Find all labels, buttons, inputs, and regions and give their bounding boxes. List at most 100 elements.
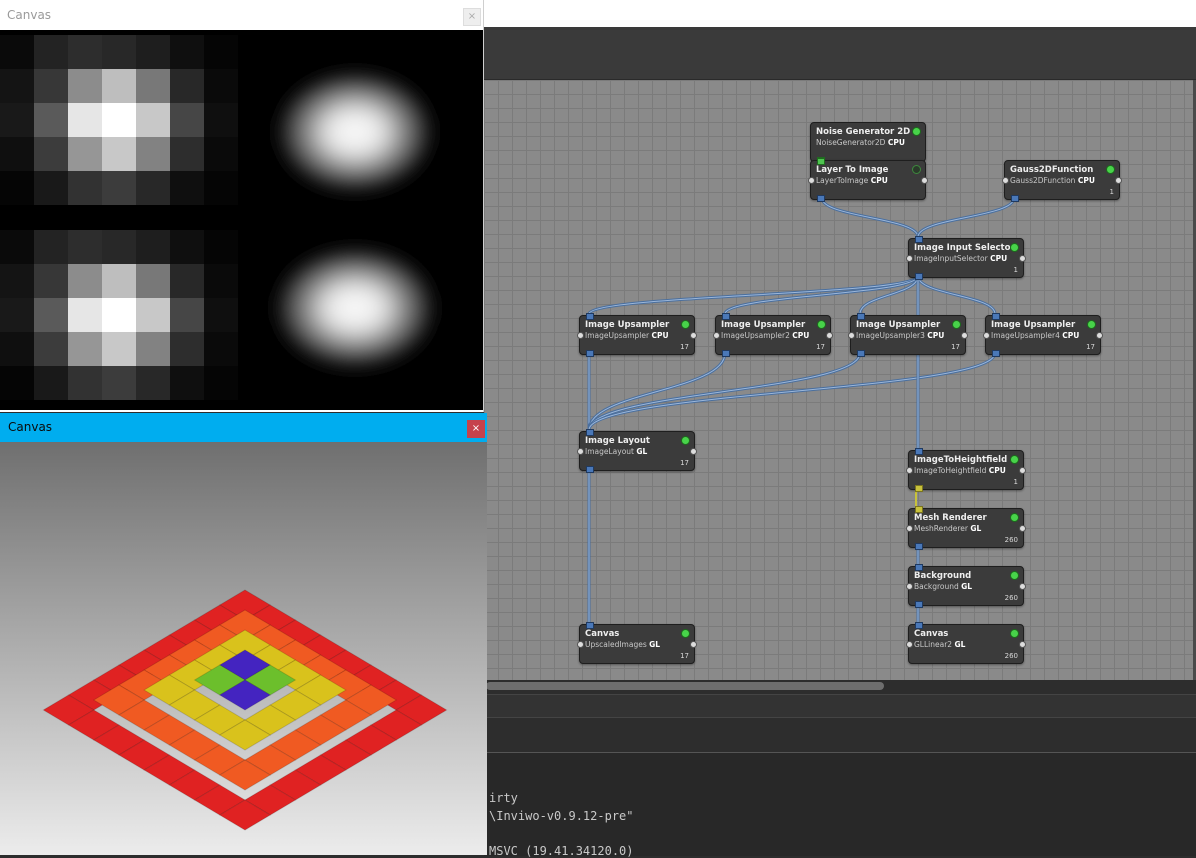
property-port-icon[interactable] xyxy=(921,177,928,184)
console-output[interactable]: irty \Inviwo-v0.9.12-pre" MSVC (19.41.34… xyxy=(484,752,1196,858)
property-port-icon[interactable] xyxy=(1019,641,1026,648)
canvas-window-titlebar[interactable]: Canvas × xyxy=(0,0,483,30)
network-horizontal-scrollbar[interactable] xyxy=(486,682,884,690)
property-port-icon[interactable] xyxy=(906,583,913,590)
property-port-icon[interactable] xyxy=(1019,583,1026,590)
property-port-icon[interactable] xyxy=(961,332,968,339)
property-port-icon[interactable] xyxy=(577,332,584,339)
property-port-icon[interactable] xyxy=(826,332,833,339)
inport-icon[interactable] xyxy=(722,313,730,320)
inport-icon[interactable] xyxy=(857,313,865,320)
image-pixel xyxy=(102,230,136,264)
outport-icon[interactable] xyxy=(586,350,594,357)
node-background[interactable]: Background Background GL 260 xyxy=(906,564,1026,608)
property-port-icon[interactable] xyxy=(1019,525,1026,532)
port-link xyxy=(588,352,726,431)
node-image-upsampler-2[interactable]: Image Upsampler ImageUpsampler2 CPU 17 xyxy=(713,313,833,357)
status-led-icon xyxy=(1010,571,1019,580)
outport-icon[interactable] xyxy=(915,543,923,550)
inport-icon[interactable] xyxy=(915,506,923,513)
property-port-icon[interactable] xyxy=(690,448,697,455)
network-editor[interactable]: Noise Generator 2D NoiseGenerator2D CPU … xyxy=(484,80,1194,680)
outport-icon[interactable] xyxy=(915,601,923,608)
property-port-icon[interactable] xyxy=(1002,177,1009,184)
outport-icon[interactable] xyxy=(857,350,865,357)
image-pixel xyxy=(136,298,170,332)
console-line: MSVC (19.41.34120.0) xyxy=(489,844,634,858)
node-image-layout[interactable]: Image Layout ImageLayout GL 17 xyxy=(577,429,697,473)
image-pixel xyxy=(136,366,170,400)
outport-icon[interactable] xyxy=(817,195,825,202)
inport-icon[interactable] xyxy=(586,313,594,320)
inport-icon[interactable] xyxy=(992,313,1000,320)
inport-icon[interactable] xyxy=(915,622,923,629)
node-layer-to-image[interactable]: Layer To Image LayerToImage CPU xyxy=(808,158,928,202)
status-led-icon xyxy=(1087,320,1096,329)
status-led-icon xyxy=(681,629,690,638)
image-pixel xyxy=(136,230,170,264)
node-count: 17 xyxy=(816,343,825,351)
node-canvas-upscaled-images[interactable]: Canvas UpscaledImages GL 17 xyxy=(577,622,697,664)
upscaled-image-quadrants xyxy=(0,35,435,400)
node-image-upsampler-3[interactable]: Image Upsampler ImageUpsampler3 CPU 17 xyxy=(848,313,968,357)
property-port-icon[interactable] xyxy=(577,448,584,455)
property-port-icon[interactable] xyxy=(577,641,584,648)
image-pixel xyxy=(34,103,68,137)
canvas-window-heightfield[interactable]: Canvas × xyxy=(0,413,487,855)
node-gauss-2d-function[interactable]: Gauss2DFunction Gauss2DFunction CPU 1 xyxy=(1002,160,1122,202)
node-count: 17 xyxy=(680,343,689,351)
node-image-upsampler-4[interactable]: Image Upsampler ImageUpsampler4 CPU 17 xyxy=(983,313,1103,357)
property-port-icon[interactable] xyxy=(1096,332,1103,339)
inport-icon[interactable] xyxy=(586,429,594,436)
image-pixel xyxy=(0,230,34,264)
property-port-icon[interactable] xyxy=(1115,177,1122,184)
node-title: Image Upsampler xyxy=(585,320,670,330)
node-canvas-gl-linear-2[interactable]: Canvas GLLinear2 GL 260 xyxy=(906,622,1026,664)
node-identifier: NoiseGenerator2D CPU xyxy=(816,138,905,147)
property-port-icon[interactable] xyxy=(906,641,913,648)
inport-icon[interactable] xyxy=(817,158,825,165)
image-pixel xyxy=(136,264,170,298)
image-pixel xyxy=(68,171,102,205)
image-pixel xyxy=(34,332,68,366)
inport-icon[interactable] xyxy=(915,564,923,571)
property-port-icon[interactable] xyxy=(848,332,855,339)
outport-icon[interactable] xyxy=(1011,195,1019,202)
inport-icon[interactable] xyxy=(586,622,594,629)
property-port-icon[interactable] xyxy=(1019,467,1026,474)
property-port-icon[interactable] xyxy=(906,467,913,474)
node-image-upsampler-1[interactable]: Image Upsampler ImageUpsampler CPU 17 xyxy=(577,313,697,357)
property-port-icon[interactable] xyxy=(808,177,815,184)
property-port-icon[interactable] xyxy=(906,255,913,262)
canvas-3d-view[interactable] xyxy=(0,442,487,855)
outport-icon[interactable] xyxy=(915,485,923,492)
image-pixel xyxy=(170,332,204,366)
outport-icon[interactable] xyxy=(915,273,923,280)
property-port-icon[interactable] xyxy=(713,332,720,339)
close-icon[interactable]: × xyxy=(463,8,481,26)
status-led-icon xyxy=(1010,243,1019,252)
image-pixel xyxy=(102,171,136,205)
canvas-window-upscaled-images[interactable]: Canvas × xyxy=(0,0,484,412)
property-port-icon[interactable] xyxy=(690,332,697,339)
outport-icon[interactable] xyxy=(586,466,594,473)
inport-icon[interactable] xyxy=(915,448,923,455)
node-title: Image Upsampler xyxy=(721,320,806,330)
property-port-icon[interactable] xyxy=(983,332,990,339)
property-port-icon[interactable] xyxy=(1019,255,1026,262)
node-image-input-selector[interactable]: Image Input Selector ImageInputSelector … xyxy=(906,236,1026,280)
image-pixel xyxy=(170,103,204,137)
close-icon[interactable]: × xyxy=(467,420,485,438)
canvas-window-titlebar[interactable]: Canvas × xyxy=(0,413,487,442)
image-pixel xyxy=(102,332,136,366)
outport-icon[interactable] xyxy=(992,350,1000,357)
property-port-icon[interactable] xyxy=(690,641,697,648)
outport-icon[interactable] xyxy=(722,350,730,357)
node-noise-generator-2d[interactable]: Noise Generator 2D NoiseGenerator2D CPU xyxy=(810,122,926,164)
inport-icon[interactable] xyxy=(915,236,923,243)
node-image-to-heightfield[interactable]: ImageToHeightfield ImageToHeightfield CP… xyxy=(906,448,1026,492)
property-port-icon[interactable] xyxy=(906,525,913,532)
node-mesh-renderer[interactable]: Mesh Renderer MeshRenderer GL 260 xyxy=(906,506,1026,550)
window-title: Canvas xyxy=(7,8,52,22)
canvas-image-view[interactable] xyxy=(0,30,483,410)
